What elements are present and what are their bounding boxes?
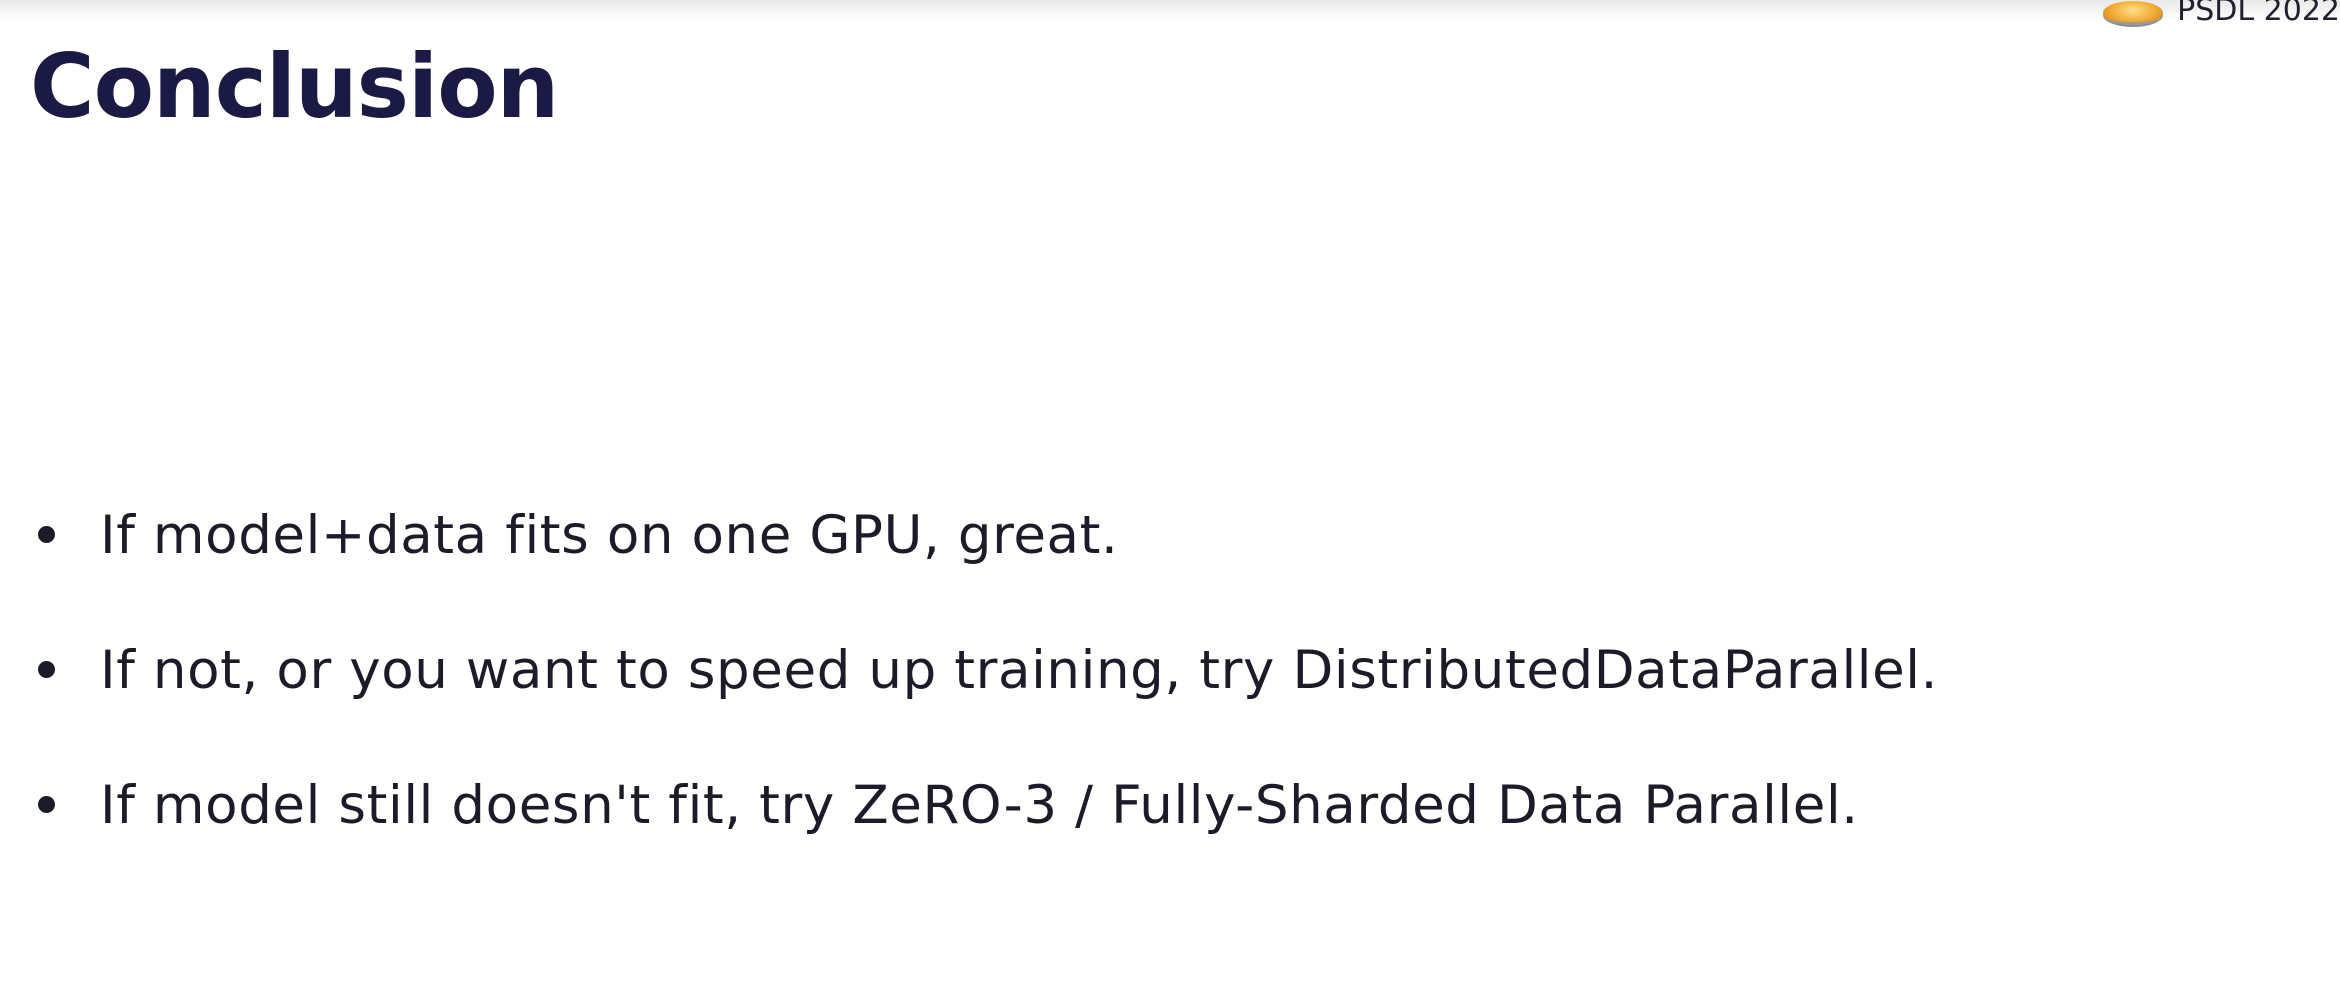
bullet-text: If not, or you want to speed up training… xyxy=(100,640,1939,701)
bullet-dot-icon xyxy=(38,796,55,813)
list-item: If model still doesn't fit, try ZeRO-3 /… xyxy=(38,760,1938,895)
slide: Conclusion PSDL 2022 If model+data fits … xyxy=(0,0,2340,1006)
bullet-text: If model+data fits on one GPU, great. xyxy=(100,505,1119,566)
bullet-dot-icon xyxy=(38,526,55,543)
slide-title: Conclusion xyxy=(30,35,559,138)
badge-text: PSDL 2022 xyxy=(2177,0,2340,28)
bullet-dot-icon xyxy=(38,661,55,678)
bullet-list: If model+data fits on one GPU, great. If… xyxy=(38,490,1938,895)
bullet-text: If model still doesn't fit, try ZeRO-3 /… xyxy=(100,775,1859,836)
top-shade xyxy=(0,0,2340,22)
conference-badge: PSDL 2022 xyxy=(2103,0,2340,28)
list-item: If model+data fits on one GPU, great. xyxy=(38,490,1938,625)
list-item: If not, or you want to speed up training… xyxy=(38,625,1938,760)
pancake-stack-icon xyxy=(2103,0,2164,25)
